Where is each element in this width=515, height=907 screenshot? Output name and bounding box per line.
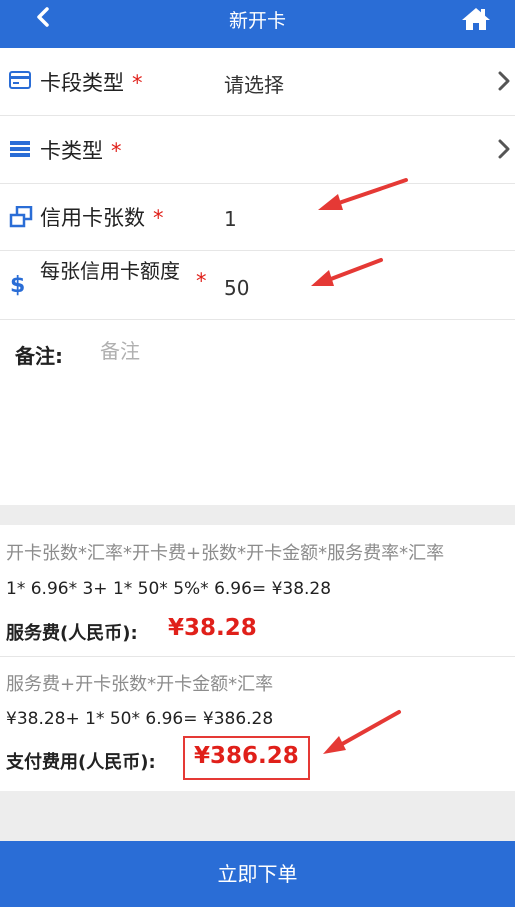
home-icon[interactable] bbox=[461, 7, 491, 31]
card-type-row[interactable]: 卡类型 * bbox=[0, 116, 515, 184]
payment-expression: ¥38.28+ 1* 50* 6.96= ¥386.28 bbox=[6, 709, 274, 729]
card-segment-select[interactable]: 请选择 bbox=[224, 69, 284, 98]
card-limit-label: 每张信用卡额度 bbox=[40, 259, 180, 283]
remark-input[interactable] bbox=[100, 334, 480, 368]
service-fee-expression: 1* 6.96* 3+ 1* 50* 5%* 6.96= ¥38.28 bbox=[6, 579, 332, 599]
required-mark: * bbox=[196, 269, 207, 293]
annotation-arrow-icon bbox=[323, 710, 401, 754]
card-segment-label: 卡段类型 * bbox=[40, 71, 143, 95]
annotation-arrow-icon bbox=[318, 178, 408, 210]
dollar-icon: $ bbox=[10, 273, 26, 298]
card-count-row[interactable]: 信用卡张数 * 1 bbox=[0, 184, 515, 251]
card-type-label: 卡类型 * bbox=[40, 139, 122, 163]
card-list-icon bbox=[10, 141, 30, 157]
card-segment-row[interactable]: 卡段类型 * 请选择 bbox=[0, 48, 515, 116]
required-mark: * bbox=[111, 139, 122, 163]
card-limit-row[interactable]: $ 每张信用卡额度 * 50 bbox=[0, 251, 515, 320]
card-form: 卡段类型 * 请选择 卡类型 * 信用卡张数 * 1 $ 每张信用卡额度 * 50 备… bbox=[0, 48, 515, 505]
fee-calculation-panel: 开卡张数*汇率*开卡费+张数*开卡金额*服务费率*汇率 1* 6.96* 3+ … bbox=[0, 525, 515, 791]
top-nav-bar: 新开卡 bbox=[0, 0, 515, 48]
chevron-right-icon bbox=[498, 139, 510, 159]
copy-cards-icon bbox=[9, 206, 33, 228]
card-count-label: 信用卡张数 * bbox=[40, 206, 164, 230]
submit-order-button[interactable]: 立即下单 bbox=[0, 841, 515, 907]
service-fee-formula: 开卡张数*汇率*开卡费+张数*开卡金额*服务费率*汇率 bbox=[6, 543, 445, 564]
card-limit-input[interactable]: 50 bbox=[224, 276, 249, 300]
divider bbox=[0, 656, 515, 657]
service-fee-label: 服务费(人民币): bbox=[6, 623, 138, 644]
service-fee-amount: ¥38.28 bbox=[168, 615, 257, 641]
payment-highlight-box bbox=[183, 736, 310, 780]
page-title: 新开卡 bbox=[228, 10, 286, 32]
annotation-arrow-icon bbox=[311, 258, 383, 286]
required-mark: * bbox=[153, 206, 164, 230]
credit-card-icon bbox=[9, 71, 31, 89]
payment-formula: 服务费+开卡张数*开卡金额*汇率 bbox=[6, 674, 274, 695]
payment-label: 支付费用(人民币): bbox=[6, 752, 156, 773]
card-count-input[interactable]: 1 bbox=[224, 207, 237, 231]
remark-label: 备注: bbox=[15, 344, 63, 368]
chevron-right-icon bbox=[498, 71, 510, 91]
required-mark: * bbox=[132, 71, 143, 95]
